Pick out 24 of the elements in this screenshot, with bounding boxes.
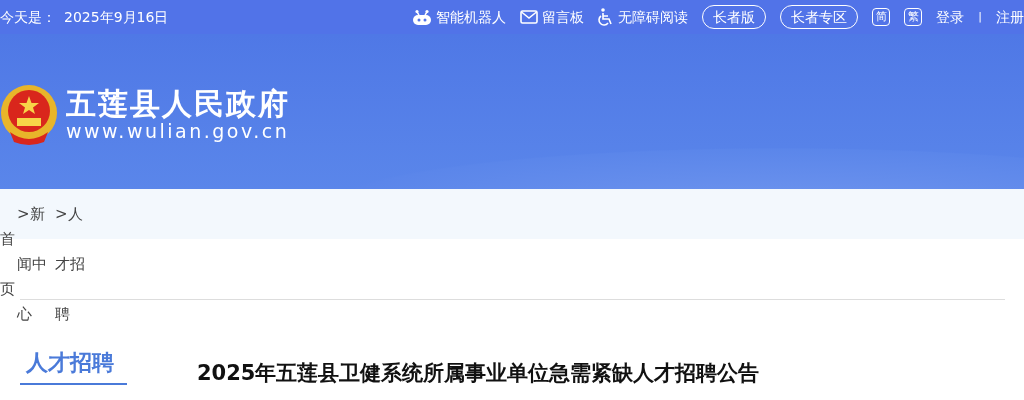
accessibility-link[interactable]: 无障碍阅读 <box>598 6 689 28</box>
robot-link[interactable]: 智能机器人 <box>412 6 507 28</box>
article-title: 2025年五莲县卫健系统所属事业单位急需紧缺人才招聘公告 <box>197 360 760 387</box>
link-label: 无障碍阅读 <box>618 7 689 27</box>
site-url: www.wulian.gov.cn <box>66 120 290 143</box>
robot-icon <box>412 8 433 26</box>
emblem-icon <box>0 84 58 146</box>
breadcrumb-link[interactable]: 首页 <box>0 214 17 314</box>
separator: | <box>978 8 982 25</box>
breadcrumb-link[interactable]: >新闻中心 <box>17 189 55 339</box>
section-title: 人才招聘 <box>20 344 127 385</box>
message-board-link[interactable]: 留言板 <box>520 6 585 28</box>
breadcrumb-link[interactable]: >人才招聘 <box>55 189 93 339</box>
wheelchair-icon <box>598 8 615 26</box>
language-toggle[interactable]: 繁 <box>904 8 923 26</box>
language-toggle[interactable]: 简 <box>872 8 891 26</box>
account-link[interactable]: 注册 <box>996 6 1024 28</box>
link-label: 智能机器人 <box>436 7 507 27</box>
account-link[interactable]: 登录 <box>936 6 965 28</box>
date-text: 2025年9月16日 <box>64 7 169 27</box>
mail-icon <box>520 10 539 24</box>
link-label: 留言板 <box>542 7 585 27</box>
site-name: 五莲县人民政府 <box>66 87 290 121</box>
date-label: 今天是： <box>0 7 56 27</box>
